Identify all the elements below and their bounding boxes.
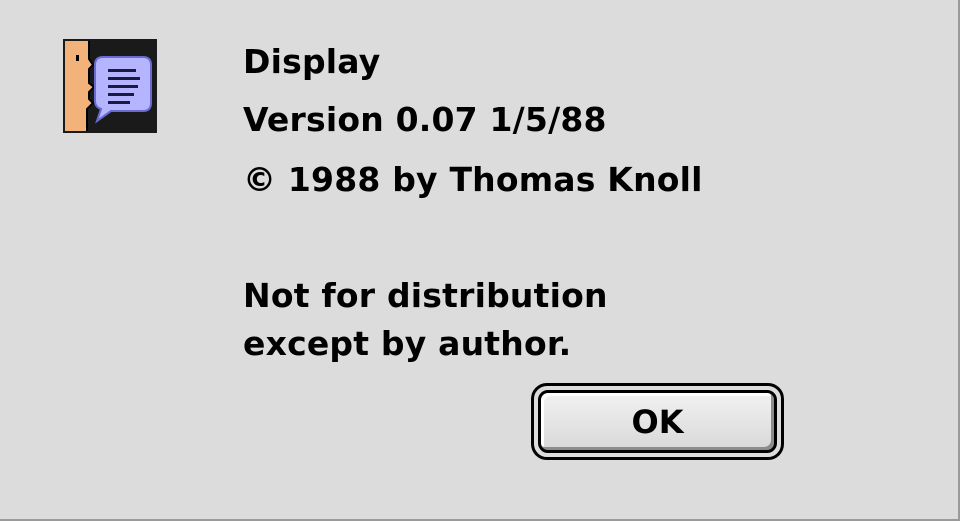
app-icon	[63, 39, 157, 133]
copyright-text: © 1988 by Thomas Knoll	[243, 160, 703, 199]
about-dialog: Display Version 0.07 1/5/88 © 1988 by Th…	[0, 0, 960, 521]
version-text: Version 0.07 1/5/88	[243, 100, 607, 139]
distribution-note-line1: Not for distribution	[243, 276, 608, 315]
app-name: Display	[243, 42, 381, 81]
ok-button-label: OK	[538, 390, 777, 453]
distribution-note-line2: except by author.	[243, 324, 572, 363]
face-speech-bubble-icon	[63, 39, 157, 133]
ok-button[interactable]: OK	[531, 383, 784, 460]
